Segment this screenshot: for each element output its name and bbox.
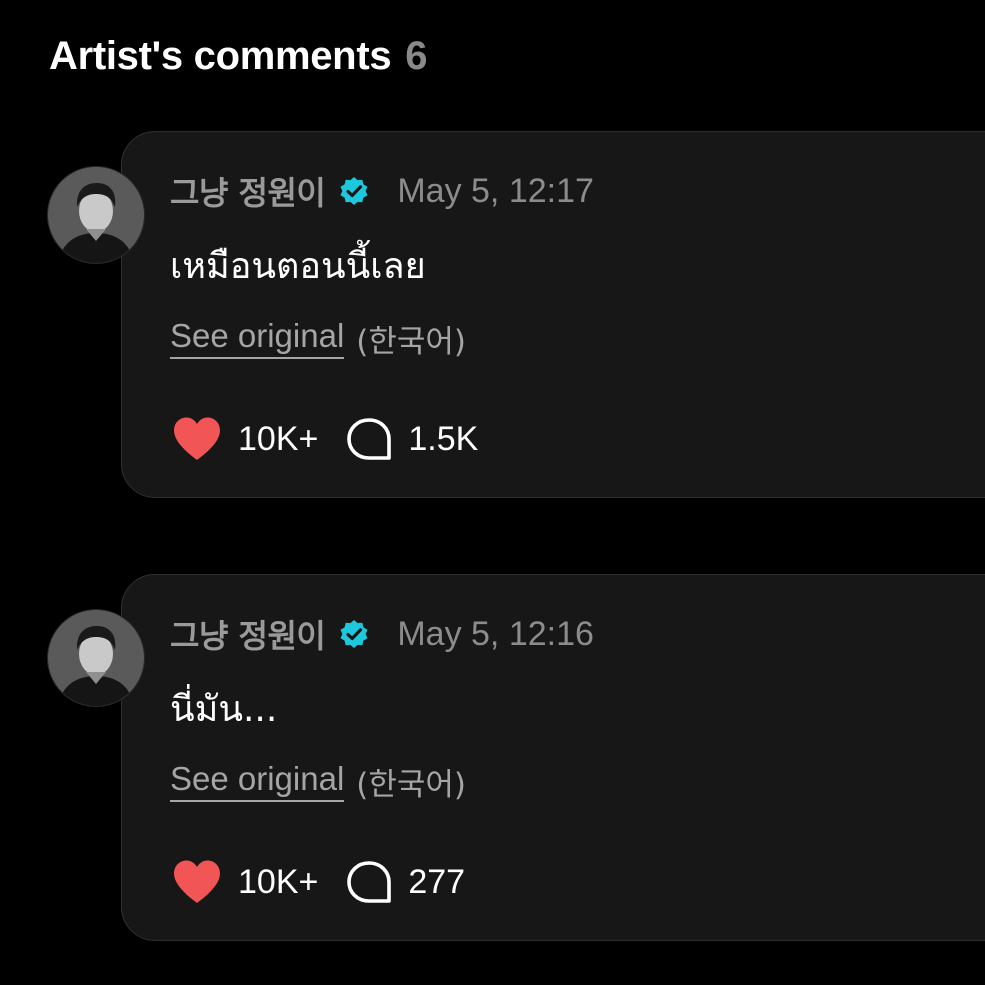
verified-badge-icon [337,174,371,208]
comment-count: 6 [405,33,428,78]
comment-actions: 10K+ 277 [170,857,465,907]
original-language-label: (한국어) [356,323,467,360]
comment-actions: 10K+ 1.5K [170,414,478,464]
see-original-link[interactable]: See original [170,317,345,359]
like-count: 10K+ [238,862,319,901]
comment-card[interactable]: 그냥 정원이 May 5, 12:16 นี่มัน... See origin… [121,574,985,941]
see-original-link[interactable]: See original [170,760,345,802]
section-header: Artist's comments 6 [49,28,428,84]
comment-timestamp: May 5, 12:17 [397,171,594,210]
comment-text: นี่มัน... [170,689,278,730]
comment-meta: 그냥 정원이 May 5, 12:17 [170,166,594,216]
comment-meta: 그냥 정원이 May 5, 12:16 [170,609,594,659]
author-name[interactable]: 그냥 정원이 [170,611,326,657]
speech-bubble-icon [344,857,394,907]
comment-timestamp: May 5, 12:16 [397,614,594,653]
comment-item: 그냥 정원이 May 5, 12:16 นี่มัน... See origin… [0,574,985,944]
heart-icon [170,857,224,907]
speech-bubble-icon [344,414,394,464]
reply-button[interactable]: 1.5K [344,414,478,464]
heart-icon [170,414,224,464]
section-title: Artist's comments [49,33,392,78]
author-name[interactable]: 그냥 정원이 [170,168,326,214]
comment-item: 그냥 정원이 May 5, 12:17 เหมือนตอนนี้เลย See … [0,131,985,501]
avatar[interactable] [48,167,144,263]
reply-count: 277 [408,862,466,901]
verified-badge-icon [337,617,371,651]
comment-card[interactable]: 그냥 정원이 May 5, 12:17 เหมือนตอนนี้เลย See … [121,131,985,498]
like-button[interactable]: 10K+ [170,414,318,464]
avatar[interactable] [48,610,144,706]
like-button[interactable]: 10K+ [170,857,318,907]
like-count: 10K+ [238,419,319,458]
reply-button[interactable]: 277 [344,857,465,907]
translation-row: See original (한국어) [170,314,466,362]
original-language-label: (한국어) [356,766,467,803]
translation-row: See original (한국어) [170,757,466,805]
comment-text: เหมือนตอนนี้เลย [170,246,426,287]
reply-count: 1.5K [408,419,479,458]
